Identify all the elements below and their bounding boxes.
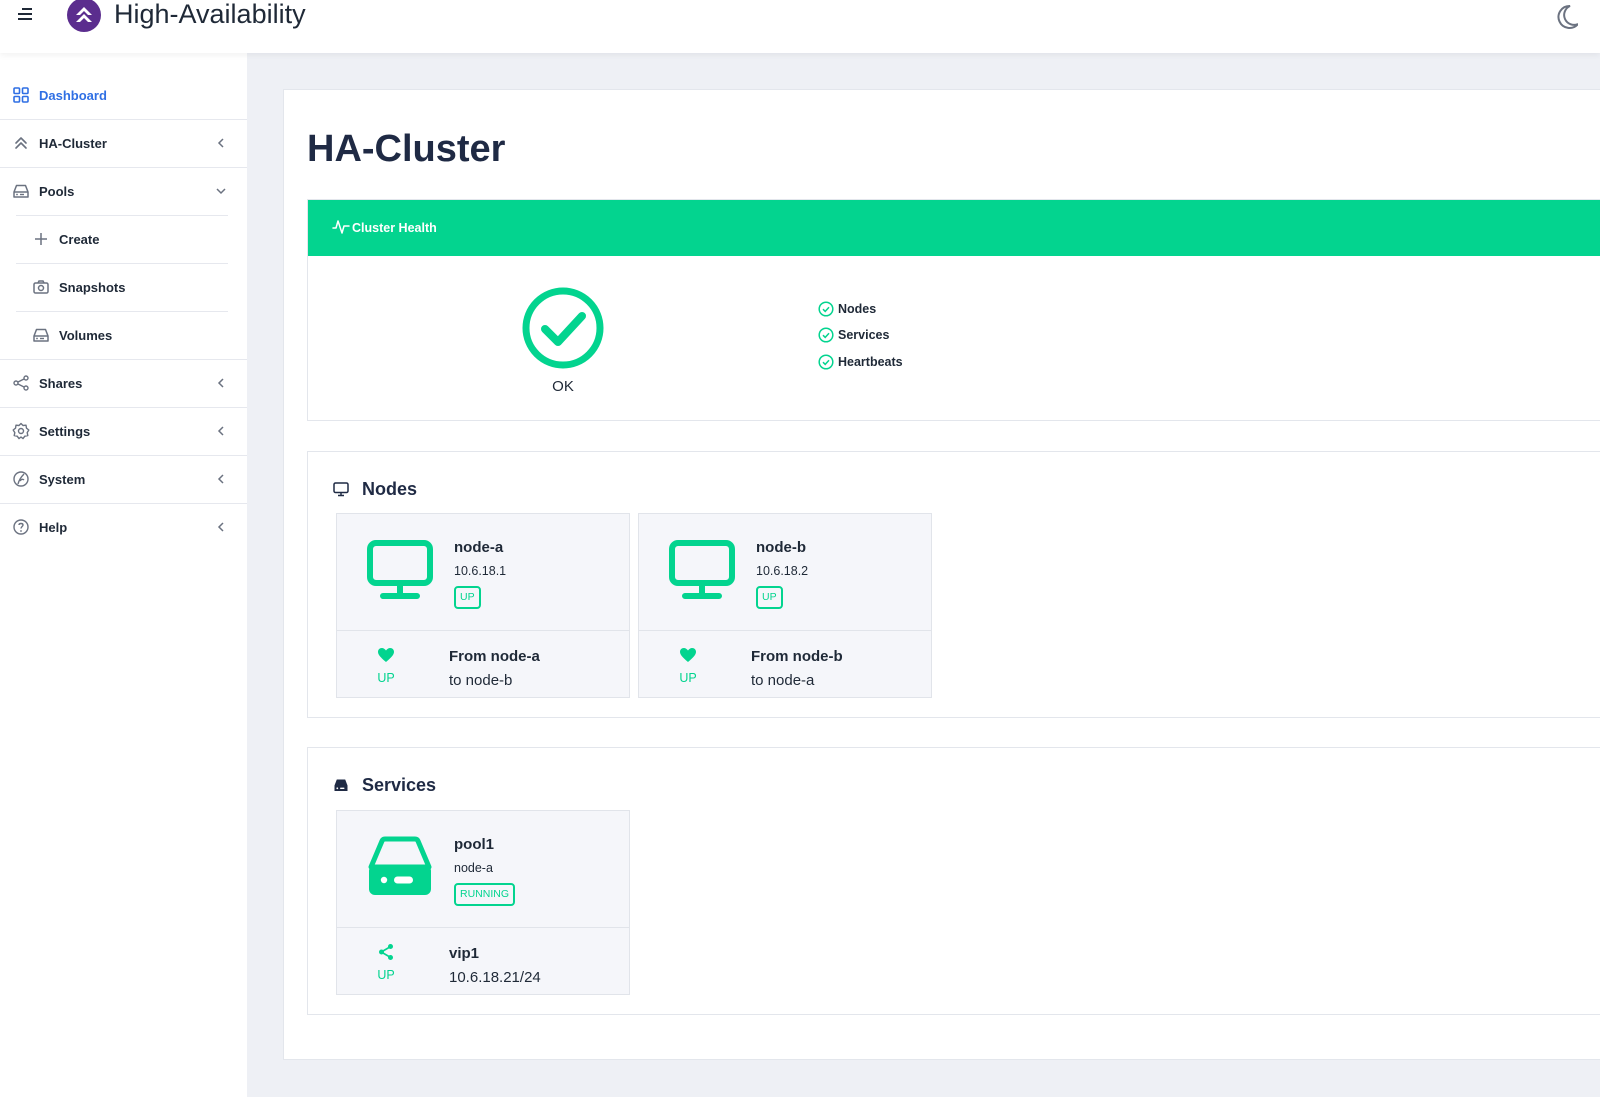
sidebar-item-ha-cluster[interactable]: HA-Cluster xyxy=(0,119,247,167)
chevron-left-icon xyxy=(217,426,224,436)
health-check-label: Services xyxy=(838,328,890,342)
check-circle-icon xyxy=(818,301,834,317)
hamburger-icon[interactable] xyxy=(18,8,34,22)
sidebar-item-label: Help xyxy=(39,519,68,535)
node-card: node-a 10.6.18.1 UP UP From node-a to no… xyxy=(336,513,630,698)
services-section: Services pool1 node-a RUNNING UP vip1 10… xyxy=(307,747,1600,1015)
sidebar-item-label: Dashboard xyxy=(39,87,107,103)
status-badge: UP xyxy=(756,586,783,609)
sidebar-item-shares[interactable]: Shares xyxy=(0,359,247,407)
page-title: HA-Cluster xyxy=(307,128,506,170)
cluster-health-header: Cluster Health xyxy=(308,200,1600,256)
vip-name: vip1 xyxy=(449,945,480,962)
status-badge: RUNNING xyxy=(454,883,515,906)
share-icon xyxy=(379,944,393,960)
help-circle-icon xyxy=(13,519,29,535)
plus-icon xyxy=(35,233,47,245)
check-circle-icon xyxy=(818,354,834,370)
check-circle-icon xyxy=(818,327,834,343)
sidebar-item-label: HA-Cluster xyxy=(39,135,107,151)
gear-icon xyxy=(12,422,30,440)
sidebar-item-label: Create xyxy=(59,231,100,247)
monitor-icon xyxy=(669,540,735,599)
monitor-icon xyxy=(367,540,433,599)
node-name: node-b xyxy=(756,539,806,556)
node-card: node-b 10.6.18.2 UP UP From node-b to no… xyxy=(638,513,932,698)
sidebar-item-pools[interactable]: Pools xyxy=(0,167,247,215)
brand-logo-icon xyxy=(67,0,101,32)
hard-drive-icon xyxy=(13,184,29,198)
node-ip: 10.6.18.2 xyxy=(756,564,809,578)
camera-icon xyxy=(33,280,49,294)
sidebar: Dashboard HA-Cluster Pools Create Snapsh… xyxy=(0,53,247,1097)
health-check-label: Nodes xyxy=(838,302,877,316)
heartbeat-state: UP xyxy=(377,671,395,685)
nodes-section: Nodes node-a 10.6.18.1 UP UP From node-a… xyxy=(307,451,1600,718)
vip-address: 10.6.18.21/24 xyxy=(449,969,541,986)
sidebar-item-system[interactable]: System xyxy=(0,455,247,503)
services-title: Services xyxy=(362,775,437,795)
chevron-left-icon xyxy=(217,522,224,532)
sidebar-item-help[interactable]: Help xyxy=(0,503,247,551)
status-badge: UP xyxy=(454,586,481,609)
app-title: High-Availability xyxy=(114,0,306,29)
sidebar-item-label: Shares xyxy=(39,375,83,391)
top-bar: High-Availability xyxy=(0,0,1600,53)
sidebar-item-dashboard[interactable]: Dashboard xyxy=(0,71,247,119)
monitor-icon xyxy=(333,482,349,497)
node-name: node-a xyxy=(454,539,504,556)
service-node: node-a xyxy=(454,861,493,875)
service-name: pool1 xyxy=(454,836,494,853)
heartbeat-from: From node-b xyxy=(751,648,843,665)
system-icon xyxy=(13,471,29,487)
sidebar-item-label: Pools xyxy=(39,183,75,199)
health-check-services: Services xyxy=(818,327,889,343)
vip-state: UP xyxy=(377,968,395,982)
health-status-label: OK xyxy=(552,378,574,395)
share-icon xyxy=(13,375,29,391)
sidebar-item-create[interactable]: Create xyxy=(0,215,247,263)
node-ip: 10.6.18.1 xyxy=(454,564,507,578)
heart-icon xyxy=(680,648,696,662)
heartbeat-from: From node-a xyxy=(449,648,540,665)
sidebar-item-snapshots[interactable]: Snapshots xyxy=(0,263,247,311)
health-check-nodes: Nodes xyxy=(818,301,876,317)
nodes-title: Nodes xyxy=(362,479,418,499)
moon-icon[interactable] xyxy=(1548,2,1578,32)
service-card: pool1 node-a RUNNING UP vip1 10.6.18.21/… xyxy=(336,810,630,995)
sidebar-item-label: Snapshots xyxy=(59,279,126,295)
chevron-left-icon xyxy=(217,474,224,484)
hard-drive-icon xyxy=(334,779,348,791)
heart-icon xyxy=(378,648,394,662)
hard-drive-icon xyxy=(33,328,49,342)
chevron-left-icon xyxy=(217,378,224,388)
activity-icon xyxy=(332,220,350,234)
heartbeat-to: to node-b xyxy=(449,672,513,689)
sidebar-item-settings[interactable]: Settings xyxy=(0,407,247,455)
chevrons-up-icon xyxy=(15,137,27,149)
check-circle-icon xyxy=(522,287,604,369)
sidebar-item-label: System xyxy=(39,471,86,487)
hard-drive-icon xyxy=(368,836,432,895)
heartbeat-state: UP xyxy=(679,671,697,685)
dashboard-grid-icon xyxy=(13,87,29,103)
cluster-health-card: Cluster Health OK Nodes Services Heartbe… xyxy=(307,199,1600,421)
cluster-health-title: Cluster Health xyxy=(352,221,437,235)
sidebar-item-label: Settings xyxy=(39,423,91,439)
heartbeat-to: to node-a xyxy=(751,672,815,689)
chevron-left-icon xyxy=(217,138,224,148)
health-check-label: Heartbeats xyxy=(838,355,903,369)
sidebar-item-volumes[interactable]: Volumes xyxy=(0,311,247,359)
chevron-down-icon xyxy=(216,188,226,195)
sidebar-item-label: Volumes xyxy=(59,327,113,343)
health-check-heartbeats: Heartbeats xyxy=(818,354,903,370)
